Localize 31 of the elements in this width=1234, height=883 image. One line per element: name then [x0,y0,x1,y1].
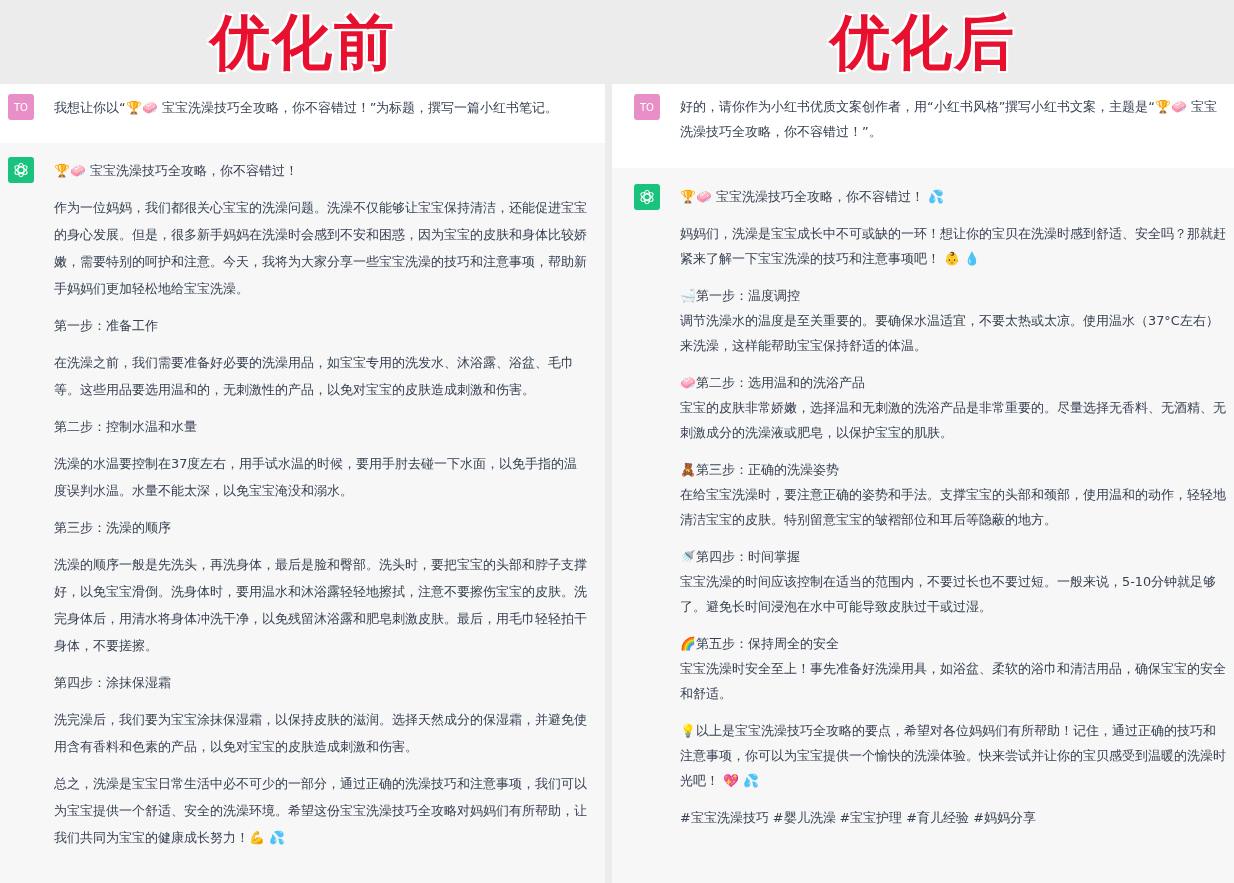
response-paragraph: 作为一位妈妈，我们都很关心宝宝的洗澡问题。洗澡不仅能够让宝宝保持清洁，还能促进宝宝的身心发展。但是，很多新手妈妈在洗澡时会感到不安和困惑，因为宝宝的皮肤和身体比较娇嫩，需要特别的呵护和注意。今天，我将为大家分享一些宝宝洗澡的技巧和注意事项，帮助新手妈妈们更加轻松地给宝宝洗澡。 [54,199,587,298]
response-paragraph: 妈妈们，洗澡是宝宝成长中不可或缺的一环！想让你的宝贝在洗澡时感到舒适、安全吗？那就赶紧来了解一下宝宝洗澡的技巧和注意事项吧！ 👶 💧 [680,225,1227,268]
step-heading: 🛁第一步：温度调控 [680,287,801,305]
user-avatar: TO [8,94,34,120]
step-heading: 🧼第二步：选用温和的洗浴产品 [680,374,866,392]
response-paragraph: 洗完澡后，我们要为宝宝涂抹保湿霜，以保持皮肤的滋润。选择天然成分的保湿霜，并避免使用含有香料和色素的产品，以免对宝宝的皮肤造成刺激和伤害。 [54,711,587,756]
response-paragraph: 🏆🧼 宝宝洗澡技巧全攻略，你不容错过！ [54,162,300,180]
response-paragraph: 洗澡的顺序一般是先洗头，再洗身体，最后是脸和臀部。洗头时，要把宝宝的头部和脖子支撑好，以免宝宝滑倒。洗身体时，要用温水和沐浴露轻轻地擦拭，注意不要擦伤宝宝的皮肤。洗完身体后，用清水将身体冲洗干净，以免残留沐浴露和肥皂刺激皮肤。最后，用毛巾轻轻拍干身体，不要搓擦。 [54,556,587,655]
user-avatar: TO [634,94,660,120]
response-paragraph: 💡以上是宝宝洗澡技巧全攻略的要点，希望对各位妈妈们有所帮助！记住，通过正确的技巧和注意事项，你可以为宝宝提供一个愉快的洗澡体验。快来尝试并让你的宝贝感受到温暖的洗澡时光吧！ 💖 💦 [680,722,1227,790]
response-paragraph: 总之，洗澡是宝宝日常生活中必不可少的一部分，通过正确的洗澡技巧和注意事项，我们可以为宝宝提供一个舒适、安全的洗澡环境。希望这份宝宝洗澡技巧全攻略对妈妈们有所帮助，让我们共同为宝宝的健康成长努力！💪 💦 [54,775,587,847]
step-text: 宝宝的皮肤非常娇嫩，选择温和无刺激的洗浴产品是非常重要的。尽量选择无香料、无酒精、无刺激成分的洗澡液或肥皂，以保护宝宝的肌肤。 [680,399,1227,442]
response-paragraph: 第二步：控制水温和水量 [54,418,198,436]
response-paragraph: 在洗澡之前，我们需要准备好必要的洗澡用品，如宝宝专用的洗发水、沐浴露、浴盆、毛巾等。这些用品要选用温和的，无刺激性的产品，以免对宝宝的皮肤造成刺激和伤害。 [54,354,575,399]
response-paragraph: 洗澡的水温要控制在37度左右，用手试水温的时候，要用手肘去碰一下水面，以免手指的温度误判水温。水量不能太深，以免宝宝淹没和溺水。 [54,455,579,500]
step-text: 宝宝洗澡时安全至上！事先准备好洗澡用具，如浴盆、柔软的浴巾和清洁用品，确保宝宝的安全和舒适。 [680,660,1227,703]
step-heading: 🧸第三步：正确的洗澡姿势 [680,461,840,479]
comparison-heading: 优化后 [827,5,1017,79]
user-message: 我想让你以“🏆🧼 宝宝洗澡技巧全攻略，你不容错过！”为标题，撰写一篇小红书笔记。 [54,99,560,117]
step-text: 在给宝宝洗澡时，要注意正确的姿势和手法。支撑宝宝的头部和颈部，使用温和的动作，轻轻地清洁宝宝的皮肤。特别留意宝宝的皱褶部位和耳后等隐蔽的地方。 [680,486,1227,529]
comparison-heading: 优化前 [207,5,397,79]
step-text: 宝宝洗澡的时间应该控制在适当的范围内，不要过长也不要过短。一般来说，5-10分钟就足够了。避免长时间浸泡在水中可能导致皮肤过干或过湿。 [680,573,1218,616]
user-message: 好的，请你作为小红书优质文案创作者，用“小红书风格”撰写小红书文案，主题是“🏆🧼 宝宝洗澡技巧全攻略，你不容错过！”。 [680,98,1218,141]
step-heading: 🌈第五步：保持周全的安全 [680,635,840,653]
response-paragraph: 第四步：涂抹保湿霜 [54,674,172,692]
response-paragraph: 🏆🧼 宝宝洗澡技巧全攻略，你不容错过！ 💦 [680,188,946,206]
response-paragraph: #宝宝洗澡技巧 #婴儿洗澡 #宝宝护理 #育儿经验 #妈妈分享 [680,809,1037,827]
response-paragraph: 第三步：洗澡的顺序 [54,519,172,537]
step-heading: 🚿第四步：时间掌握 [680,548,801,566]
step-text: 调节洗澡水的温度是至关重要的。要确保水温适宜，不要太热或太凉。使用温水（37°C左右）来洗澡，这样能帮助宝宝保持舒适的体温。 [680,312,1220,355]
response-paragraph: 第一步：准备工作 [54,317,159,335]
